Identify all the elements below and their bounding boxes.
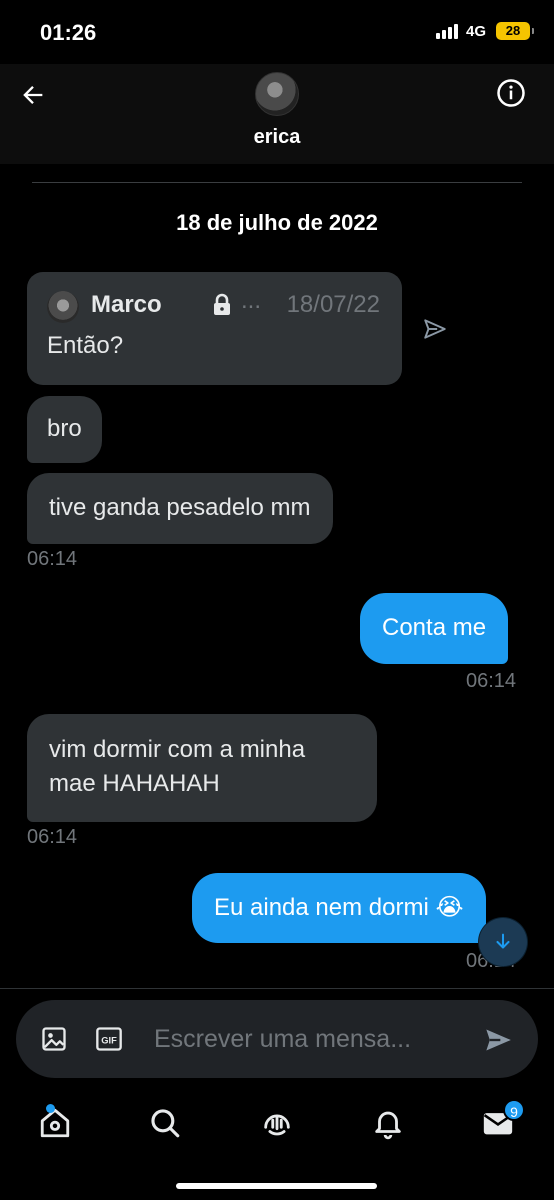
conversation-info-button[interactable] (496, 78, 526, 108)
spaces-icon[interactable] (260, 1106, 294, 1140)
message-text: vim dormir com a minha mae HAHAHAH (49, 736, 306, 797)
message-timestamp: 06:14 (466, 670, 517, 692)
send-icon (424, 319, 446, 339)
message-bubble[interactable]: tive ganda pesadelo mm (27, 473, 333, 544)
header-divider (32, 182, 522, 183)
message-text: bro (47, 415, 82, 442)
search-icon[interactable] (148, 1106, 182, 1140)
message-text: Conta me (382, 614, 487, 641)
message-bubble[interactable]: bro (27, 396, 102, 463)
message-text: Eu ainda nem dormi 😭 (214, 894, 464, 921)
share-tweet-button[interactable] (422, 316, 448, 342)
info-icon (497, 79, 525, 107)
date-separator: 18 de julho de 2022 (176, 210, 378, 235)
message-bubble[interactable]: Conta me (360, 593, 509, 664)
home-indicator (176, 1183, 377, 1189)
quoted-tweet-text: Então? (47, 332, 124, 359)
send-message-button[interactable] (484, 1026, 512, 1054)
quoted-tweet-date: 18/07/22 (286, 291, 380, 318)
composer-divider (0, 988, 554, 989)
bell-icon[interactable] (371, 1106, 405, 1140)
contact-avatar[interactable] (255, 72, 299, 116)
back-button[interactable] (18, 80, 48, 110)
arrow-left-icon (23, 86, 43, 104)
status-right: 4G 28 (435, 22, 534, 40)
quoted-author-name: Marco (91, 291, 162, 318)
quoted-handle-truncation: ... (241, 287, 262, 314)
message-text: tive ganda pesadelo mm (49, 494, 311, 521)
gif-icon[interactable]: GIF (95, 1026, 123, 1052)
message-input[interactable] (154, 1018, 464, 1060)
arrow-down-icon (496, 933, 510, 949)
svg-text:GIF: GIF (101, 1036, 117, 1046)
status-bar: 01:26 4G 28 (0, 0, 554, 64)
quoted-author-avatar (47, 291, 79, 323)
new-content-indicator (46, 1104, 55, 1113)
shared-tweet-card[interactable]: Marco ... 18/07/22 Então? (27, 272, 402, 385)
lock-icon (214, 293, 230, 315)
message-bubble[interactable]: Eu ainda nem dormi 😭 (192, 873, 486, 943)
home-icon[interactable] (38, 1106, 72, 1140)
image-icon[interactable] (40, 1025, 68, 1053)
message-timestamp: 06:14 (27, 548, 78, 570)
contact-name[interactable]: erica (0, 126, 554, 149)
scroll-to-bottom-button[interactable] (479, 918, 527, 966)
status-time: 01:26 (40, 20, 97, 45)
message-timestamp: 06:14 (27, 826, 78, 848)
message-composer: GIF (16, 1000, 538, 1078)
conversation-header: erica (0, 64, 554, 164)
signal-icon (435, 23, 458, 39)
network-type: 4G (465, 22, 486, 40)
battery-icon: 28 (496, 22, 534, 40)
messages-badge: 9 (503, 1099, 525, 1121)
message-bubble[interactable]: vim dormir com a minha mae HAHAHAH (27, 714, 377, 822)
